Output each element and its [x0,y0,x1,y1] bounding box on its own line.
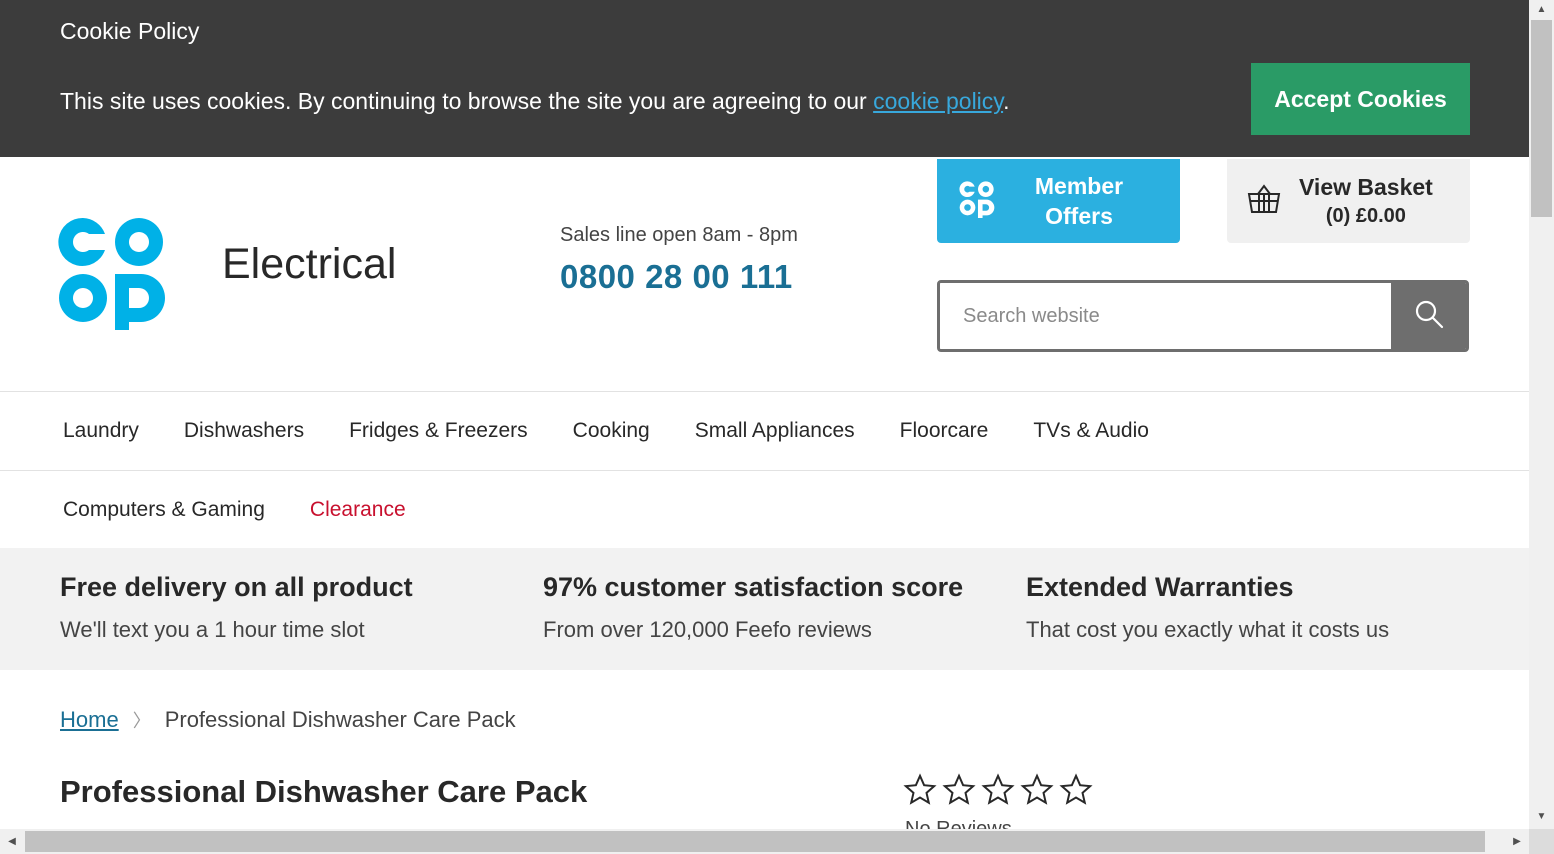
coop-mini-logo-icon [959,180,995,223]
usp-title: Free delivery on all product [60,572,413,602]
star-outline-icon [903,773,937,805]
scroll-left-arrow-icon[interactable]: ◀ [2,829,22,854]
coop-logo-icon[interactable] [57,214,167,335]
search-button[interactable] [1391,283,1466,349]
vertical-scroll-thumb[interactable] [1531,20,1552,217]
horizontal-scroll-thumb[interactable] [25,831,1485,852]
cookie-message: This site uses cookies. By continuing to… [60,88,1009,115]
breadcrumb-home-link[interactable]: Home [60,707,119,733]
product-title: Professional Dishwasher Care Pack [60,774,588,809]
usp-title: Extended Warranties [1026,572,1294,602]
basket-title: View Basket [1299,174,1433,200]
cookie-title: Cookie Policy [60,18,200,44]
sales-line-hours: Sales line open 8am - 8pm [560,224,798,246]
search-bar [937,280,1469,352]
reviews-count-text: No Reviews [905,818,1012,829]
star-outline-icon [942,773,976,805]
usp-bar: Free delivery on all product We'll text … [0,548,1529,670]
nav-item-fridges-freezers[interactable]: Fridges & Freezers [349,419,528,443]
scroll-up-arrow-icon[interactable]: ▲ [1529,0,1554,18]
cookie-message-text: This site uses cookies. By continuing to… [60,88,874,114]
nav-item-cooking[interactable]: Cooking [573,419,650,443]
usp-subtitle: That cost you exactly what it costs us [1026,617,1390,642]
star-outline-icon [1020,773,1054,805]
usp-warranties: Extended Warranties That cost you exactl… [1026,572,1389,643]
vertical-scrollbar[interactable]: ▲ ▼ [1529,0,1554,829]
nav-item-dishwashers[interactable]: Dishwashers [184,419,304,443]
nav-item-floorcare[interactable]: Floorcare [900,419,989,443]
basket-summary: (0) £0.00 [1325,205,1406,227]
scrollbar-corner [1529,829,1554,854]
site-name: Electrical [222,240,397,288]
usp-subtitle: From over 120,000 Feefo reviews [543,617,872,642]
nav-item-clearance[interactable]: Clearance [310,498,406,522]
main-nav: Laundry Dishwashers Fridges & Freezers C… [0,391,1529,548]
search-input[interactable] [940,283,1391,349]
cookie-banner: Cookie Policy This site uses cookies. By… [0,0,1529,157]
basket-icon [1247,183,1281,219]
site-header: Electrical Sales line open 8am - 8pm 080… [0,157,1529,391]
nav-item-computers-gaming[interactable]: Computers & Gaming [63,498,265,522]
star-outline-icon [1059,773,1093,805]
basket-text: View Basket (0) £0.00 [1299,174,1433,228]
breadcrumb: Home 〉 Professional Dishwasher Care Pack [60,707,516,733]
breadcrumb-current: Professional Dishwasher Care Pack [164,707,516,732]
usp-free-delivery: Free delivery on all product We'll text … [60,572,413,643]
usp-subtitle: We'll text you a 1 hour time slot [60,617,365,642]
member-offers-label: Member Offers [1034,173,1124,229]
scroll-right-arrow-icon[interactable]: ▶ [1507,829,1527,854]
page: Cookie Policy This site uses cookies. By… [0,0,1529,829]
sales-phone-number[interactable]: 0800 28 00 111 [560,258,793,296]
view-basket-button[interactable]: View Basket (0) £0.00 [1227,159,1470,243]
breadcrumb-separator-icon: 〉 [132,711,151,731]
horizontal-scrollbar[interactable]: ◀ ▶ [0,829,1529,854]
search-icon [1414,299,1444,334]
nav-row-1: Laundry Dishwashers Fridges & Freezers C… [0,391,1529,470]
nav-item-laundry[interactable]: Laundry [63,419,139,443]
nav-item-small-appliances[interactable]: Small Appliances [695,419,855,443]
cookie-policy-link[interactable]: cookie policy [873,88,1003,114]
usp-title: 97% customer satisfaction score [543,572,964,602]
rating-stars[interactable] [903,773,1093,807]
cookie-message-end: . [1003,88,1010,114]
nav-row-2: Computers & Gaming Clearance [0,470,1529,548]
star-outline-icon [981,773,1015,805]
nav-item-tvs-audio[interactable]: TVs & Audio [1033,419,1149,443]
scroll-down-arrow-icon[interactable]: ▼ [1529,807,1554,825]
accept-cookies-button[interactable]: Accept Cookies [1251,63,1470,135]
usp-satisfaction: 97% customer satisfaction score From ove… [543,572,963,643]
member-offers-button[interactable]: Member Offers [937,159,1180,243]
